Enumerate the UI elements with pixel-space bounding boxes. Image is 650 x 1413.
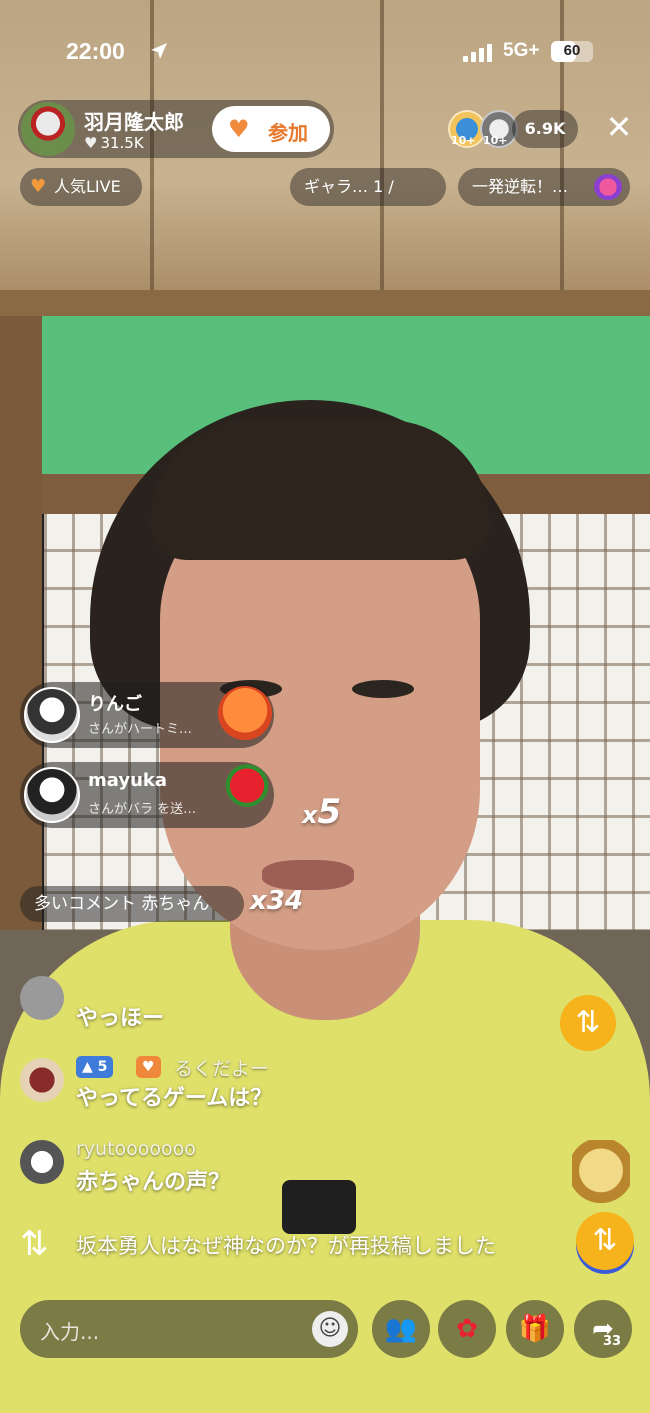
chat-avatar[interactable] xyxy=(20,1140,64,1184)
network-type: 5G+ xyxy=(503,40,540,61)
host-avatar[interactable] xyxy=(21,102,75,156)
gift-description: さんがバラ を送… xyxy=(88,802,197,817)
location-arrow-icon xyxy=(151,43,167,59)
host-likes: ♥ 31.5K xyxy=(84,134,144,152)
chat-message: 赤ちゃんの声？ xyxy=(76,1170,231,1195)
gift-multiplier-value: 5 xyxy=(317,792,342,832)
popular-live-label: 人気LIVE xyxy=(54,177,121,196)
status-bar: 22:00 5G+ 60 xyxy=(0,30,650,74)
right-eye xyxy=(352,680,414,698)
join-button[interactable]: ♥ 参加 xyxy=(212,106,330,152)
gift-box-icon[interactable] xyxy=(572,1140,630,1216)
repost-icon: ⇅ xyxy=(20,1224,49,1264)
chat-username: るくだよー xyxy=(174,1058,270,1080)
gift-sender-name: りんご xyxy=(88,694,142,715)
comment-placeholder: 入力... xyxy=(40,1320,100,1344)
gift-multiplier-prefix: x xyxy=(302,801,318,829)
heart-gift-icon xyxy=(218,686,272,740)
popular-live-chip[interactable]: ♥ 人気LIVE xyxy=(20,168,142,206)
triangle-icon: ▲ xyxy=(82,1059,98,1075)
emoji-icon[interactable]: ☺ xyxy=(312,1311,348,1347)
chat-message: やってるゲームは？ xyxy=(76,1086,273,1111)
chat-message: やっほー xyxy=(76,1006,165,1031)
viewer-count[interactable]: 6.9K xyxy=(512,110,578,148)
combo-text: 多いコメント 赤ちゃん xyxy=(34,894,210,914)
close-icon[interactable]: ✕ xyxy=(602,111,636,146)
repost-button[interactable]: ⇅ xyxy=(576,1212,634,1270)
battery-indicator: 60 xyxy=(551,41,593,62)
viewer-badge: 10+ xyxy=(451,134,476,147)
clock: 22:00 xyxy=(66,38,125,64)
comment-input[interactable]: 入力... ☺ xyxy=(20,1300,358,1358)
heart-icon: ♥ xyxy=(30,176,47,197)
battery-level: 60 xyxy=(563,42,581,59)
repost-button[interactable]: ⇅ xyxy=(560,995,616,1051)
event-icon xyxy=(594,174,622,200)
signal-icon xyxy=(463,44,495,62)
repost-text: 坂本勇人はなぜ神なのか？が再投稿しました xyxy=(76,1234,496,1258)
chat-avatar[interactable] xyxy=(20,1058,64,1102)
join-label: 参加 xyxy=(268,121,308,145)
share-count: 33 xyxy=(603,1334,622,1349)
host-info[interactable]: 羽月隆太郎 ♥ 31.5K ♥ 参加 xyxy=(18,100,334,158)
viewer-badge: 10+ xyxy=(483,134,508,147)
gift-sender-name: mayuka xyxy=(88,770,168,791)
rose-icon[interactable]: ✿ xyxy=(438,1300,496,1358)
rose-gift-icon xyxy=(220,764,274,818)
chat-avatar[interactable] xyxy=(20,976,64,1020)
comeback-chip[interactable]: 一発逆転！… xyxy=(458,168,630,206)
heart-plus-icon: ♥ xyxy=(228,115,250,143)
collab-icon[interactable]: 👥 xyxy=(372,1300,430,1358)
gift-sender-avatar xyxy=(24,687,80,743)
comeback-label: 一発逆転！… xyxy=(472,177,569,196)
fringe xyxy=(150,420,490,560)
fan-badge: ♥ xyxy=(136,1056,161,1078)
combo-comment[interactable]: 多いコメント 赤ちゃん xyxy=(20,886,244,922)
user-level-value: 5 xyxy=(97,1059,108,1075)
gallery-chip[interactable]: ギャラ… 1 / xyxy=(290,168,446,206)
combo-multiplier: x34 xyxy=(250,886,303,916)
chat-username: ryutooooooo xyxy=(76,1138,196,1160)
gift-multiplier: x5 xyxy=(302,792,341,832)
repost-notification: ⇅ 坂本勇人はなぜ神なのか？が再投稿しました xyxy=(20,1224,580,1264)
host-likes-count: 31.5K xyxy=(100,134,144,152)
gallery-label: ギャラ… 1 / xyxy=(304,177,394,196)
gift-description: さんがハートミ… xyxy=(88,722,193,737)
heart-icon: ♥ xyxy=(84,134,98,152)
host-name: 羽月隆太郎 xyxy=(84,110,184,134)
gift-icon[interactable]: 🎁 xyxy=(506,1300,564,1358)
share-icon[interactable]: ➦ xyxy=(574,1300,632,1358)
heart-icon: ♥ xyxy=(142,1059,155,1075)
gift-sender-avatar xyxy=(24,767,80,823)
ceiling-beam xyxy=(0,290,650,316)
user-level-badge: ▲ 5 xyxy=(76,1056,114,1078)
